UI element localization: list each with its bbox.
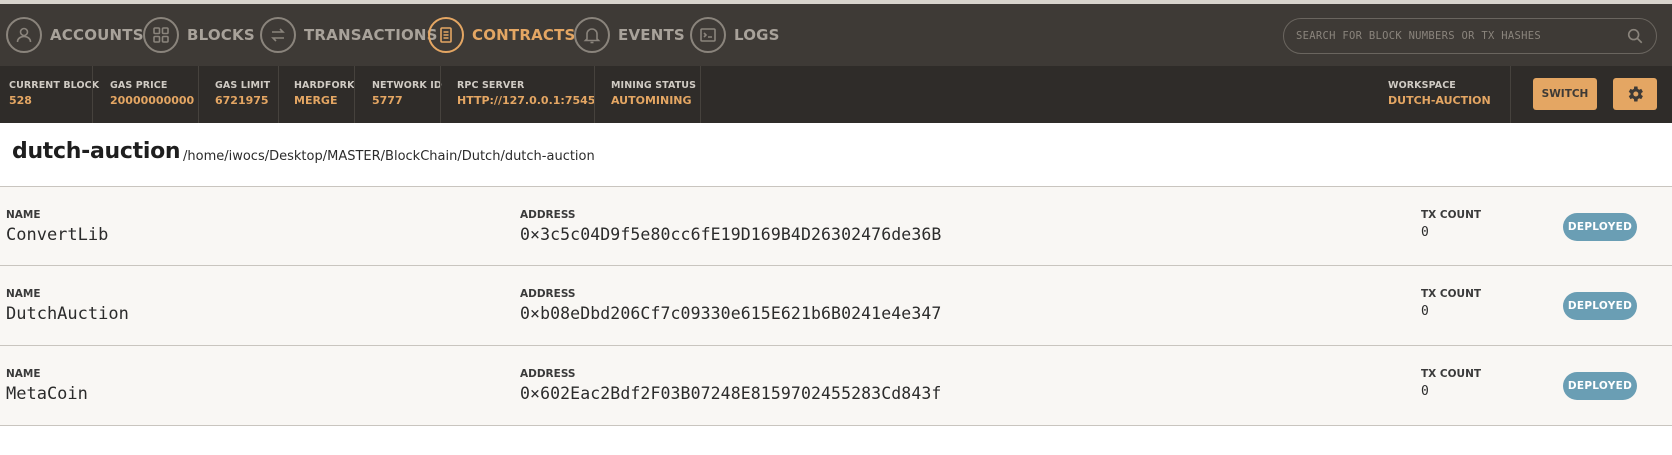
stat-rpc-server: RPC SERVER HTTP://127.0.0.1:7545	[457, 80, 595, 107]
address-header: ADDRESS	[520, 368, 576, 380]
tx-count-header: TX COUNT	[1421, 288, 1482, 300]
nav-blocks-label: BLOCKS	[187, 26, 255, 44]
divider	[440, 66, 441, 123]
contract-address: 0×b08eDbd206Cf7c09330e615E621b6B0241e4e3…	[520, 304, 942, 323]
stat-label: HARDFORK	[294, 80, 355, 91]
deployed-status-badge: DEPLOYED	[1563, 213, 1637, 241]
document-icon	[428, 17, 464, 53]
contract-tx-count: 0	[1421, 225, 1429, 240]
nav-blocks[interactable]: BLOCKS	[143, 4, 255, 66]
stat-current-block: CURRENT BLOCK 528	[9, 80, 99, 107]
search-icon[interactable]	[1626, 27, 1644, 45]
stat-workspace: WORKSPACE DUTCH-AUCTION	[1388, 80, 1491, 107]
user-icon	[6, 17, 42, 53]
stat-value: 20000000000	[110, 94, 195, 107]
contract-tx-count: 0	[1421, 384, 1429, 399]
nav-events-label: EVENTS	[618, 26, 685, 44]
divider	[354, 66, 355, 123]
stat-label: RPC SERVER	[457, 80, 525, 91]
stat-value: AUTOMINING	[611, 94, 692, 107]
deployed-status-badge: DEPLOYED	[1563, 372, 1637, 400]
contract-name: MetaCoin	[6, 384, 88, 404]
deployed-status-badge: DEPLOYED	[1563, 292, 1637, 320]
swap-arrows-icon	[260, 17, 296, 53]
name-header: NAME	[6, 368, 41, 380]
bell-icon	[574, 17, 610, 53]
divider	[198, 66, 199, 123]
stat-value: 528	[9, 94, 32, 107]
gear-icon	[1628, 86, 1643, 102]
project-path: /home/iwocs/Desktop/MASTER/BlockChain/Du…	[183, 149, 595, 164]
contract-row[interactable]: NAME DutchAuction ADDRESS 0×b08eDbd206Cf…	[0, 266, 1672, 346]
stat-label: WORKSPACE	[1388, 80, 1456, 91]
nav-accounts[interactable]: ACCOUNTS	[6, 4, 144, 66]
stat-label: CURRENT BLOCK	[9, 80, 100, 91]
stat-label: MINING STATUS	[611, 80, 697, 91]
stat-value: DUTCH-AUCTION	[1388, 94, 1491, 107]
nav-accounts-label: ACCOUNTS	[50, 26, 144, 44]
contract-address: 0×602Eac2Bdf2F03B07248E8159702455283Cd84…	[520, 384, 942, 403]
nav-contracts-label: CONTRACTS	[472, 26, 576, 44]
stat-hardfork: HARDFORK MERGE	[294, 80, 355, 107]
tx-count-header: TX COUNT	[1421, 368, 1482, 380]
contract-name: ConvertLib	[6, 225, 109, 245]
divider	[278, 66, 279, 123]
contract-name: DutchAuction	[6, 304, 129, 324]
stat-mining-status: MINING STATUS AUTOMINING	[611, 80, 696, 107]
stat-value: MERGE	[294, 94, 338, 107]
stat-gas-price: GAS PRICE 20000000000	[110, 80, 194, 107]
nav-logs-label: LOGS	[734, 26, 780, 44]
terminal-icon	[690, 17, 726, 53]
address-header: ADDRESS	[520, 288, 576, 300]
stat-gas-limit: GAS LIMIT 6721975	[215, 80, 270, 107]
nav-transactions-label: TRANSACTIONS	[304, 26, 438, 44]
switch-workspace-button[interactable]: SWITCH	[1533, 78, 1597, 110]
contract-row[interactable]: NAME ConvertLib ADDRESS 0×3c5c04D9f5e80c…	[0, 186, 1672, 266]
address-header: ADDRESS	[520, 209, 576, 221]
settings-button[interactable]	[1613, 78, 1657, 110]
stat-network-id: NETWORK ID 5777	[372, 80, 442, 107]
contract-address: 0×3c5c04D9f5e80cc6fE19D169B4D26302476de3…	[520, 225, 942, 244]
stat-label: GAS PRICE	[110, 80, 168, 91]
nav-transactions[interactable]: TRANSACTIONS	[260, 4, 438, 66]
nav-events[interactable]: EVENTS	[574, 4, 685, 66]
contract-row[interactable]: NAME MetaCoin ADDRESS 0×602Eac2Bdf2F03B0…	[0, 346, 1672, 426]
divider	[92, 66, 93, 123]
divider	[1510, 66, 1511, 123]
nav-contracts[interactable]: CONTRACTS	[428, 4, 576, 66]
grid-icon	[143, 17, 179, 53]
stat-value: HTTP://127.0.0.1:7545	[457, 94, 596, 107]
contract-tx-count: 0	[1421, 304, 1429, 319]
main-navbar: ACCOUNTS BLOCKS TRANSACTIONS CONTRACTS E…	[0, 4, 1672, 66]
divider	[594, 66, 595, 123]
search-box	[1283, 18, 1657, 54]
stat-label: NETWORK ID	[372, 80, 442, 91]
name-header: NAME	[6, 209, 41, 221]
status-bar: CURRENT BLOCK 528 GAS PRICE 20000000000 …	[0, 66, 1672, 123]
search-input[interactable]	[1296, 30, 1626, 42]
page-title: dutch-auction	[12, 139, 181, 164]
tx-count-header: TX COUNT	[1421, 209, 1482, 221]
stat-value: 6721975	[215, 94, 269, 107]
stat-value: 5777	[372, 94, 403, 107]
name-header: NAME	[6, 288, 41, 300]
divider	[700, 66, 701, 123]
nav-logs[interactable]: LOGS	[690, 4, 780, 66]
stat-label: GAS LIMIT	[215, 80, 271, 91]
